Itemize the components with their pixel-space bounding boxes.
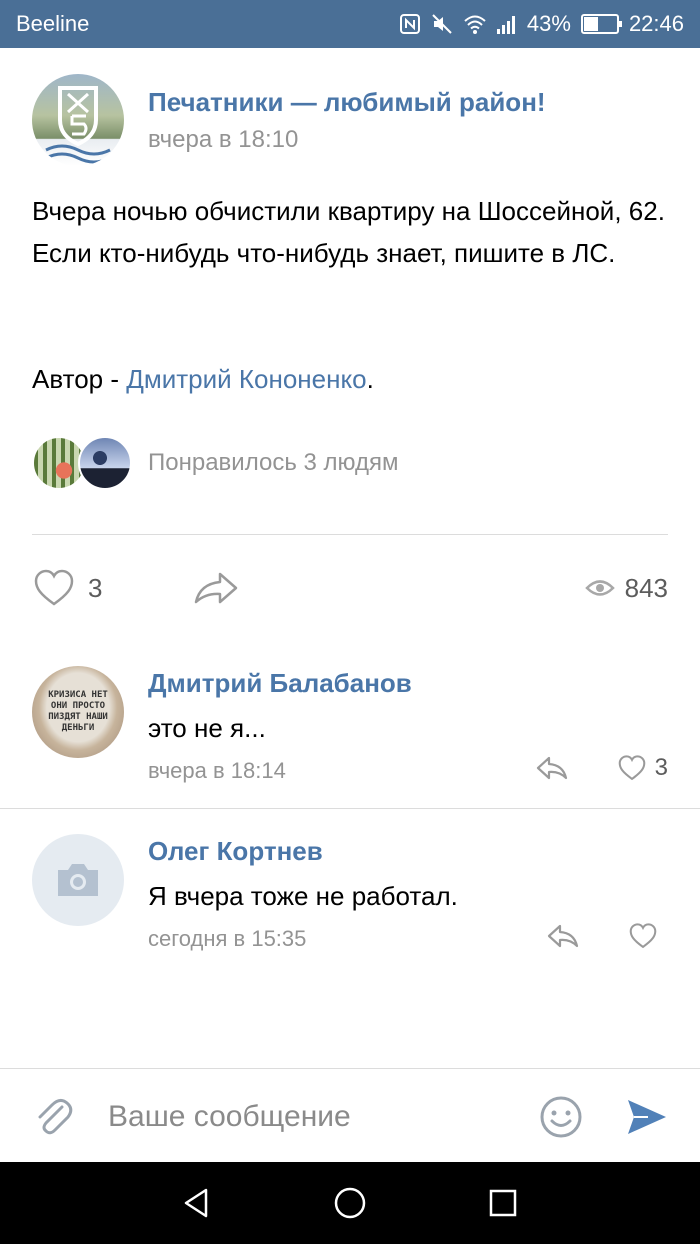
post-header: Печатники — любимый район! вчера в 18:10 [32,74,546,166]
battery-percent: 43% [526,11,571,36]
post-actions: 3 843 [32,568,668,608]
group-logo-icon [45,86,111,164]
clock: 22:46 [628,11,684,36]
comment-like-button[interactable] [628,922,658,950]
attach-icon[interactable] [32,1095,76,1139]
divider [0,808,700,809]
comment-actions: 3 [535,754,668,782]
emoji-icon[interactable] [538,1094,584,1140]
heart-icon [618,755,645,781]
avatar-graffiti: КРИЗИСА НЕТ ОНИ ПРОСТО ПИЗДЯТ НАШИ ДЕНЬГ… [48,690,108,733]
post-text: Вчера ночью обчистили квартиру на Шоссей… [32,196,665,268]
camera-icon [58,864,98,896]
wifi-icon [463,13,486,35]
mute-icon [431,13,453,35]
back-icon[interactable] [180,1186,214,1220]
message-composer [0,1068,700,1164]
recents-icon[interactable] [486,1186,520,1220]
comment-avatar[interactable]: КРИЗИСА НЕТ ОНИ ПРОСТО ПИЗДЯТ НАШИ ДЕНЬГ… [32,666,124,758]
comment-author[interactable]: Олег Кортнев [148,836,668,867]
share-icon [195,572,238,604]
liker-avatar [78,436,132,490]
battery-fill [583,17,598,31]
eye-icon [584,580,615,596]
divider [32,534,668,535]
post-meta: Печатники — любимый район! вчера в 18:10 [148,87,546,154]
author-suffix: . [366,364,374,394]
status-bar: Beeline 43% 22:46 [0,0,700,48]
author-link[interactable]: Дмитрий Кононенко [126,364,366,394]
views-count: 843 [624,572,668,603]
author-prefix: Автор - [32,364,127,394]
status-icons: 43% 22:46 [399,11,684,37]
comment-like-button[interactable]: 3 [617,754,668,782]
reply-icon[interactable] [546,922,580,950]
heart-icon [629,923,657,949]
post-author-line: Автор - Дмитрий Кононенко. [32,358,374,400]
likes-text: Понравилось 3 людям [148,449,399,476]
likes-summary[interactable]: Понравилось 3 людям [32,436,399,490]
comment: КРИЗИСА НЕТ ОНИ ПРОСТО ПИЗДЯТ НАШИ ДЕНЬГ… [32,666,668,786]
post-time: вчера в 18:10 [148,125,299,153]
like-count: 3 [88,572,103,603]
share-button[interactable] [192,568,240,608]
home-icon[interactable] [333,1186,367,1220]
battery-icon [580,14,622,34]
comment-actions [546,922,658,950]
signal-icon [495,13,517,35]
comment-like-count: 3 [654,754,668,781]
comment: Олег Кортнев Я вчера тоже не работал. се… [32,834,668,954]
group-avatar[interactable] [32,74,124,166]
comment-avatar[interactable] [32,834,124,926]
views-counter: 843 [584,572,668,604]
comment-text: это не я... [148,713,266,743]
reply-icon[interactable] [535,754,569,782]
heart-icon [34,569,74,606]
comment-author[interactable]: Дмитрий Балабанов [148,668,668,699]
nfc-icon [399,13,421,35]
carrier-name: Beeline [16,11,90,36]
send-icon[interactable] [626,1096,668,1138]
group-name[interactable]: Печатники — любимый район! [148,87,546,118]
comment-text: Я вчера тоже не работал. [148,881,458,911]
like-button[interactable]: 3 [32,568,102,608]
system-navbar [0,1162,700,1244]
message-input[interactable] [108,1099,538,1134]
